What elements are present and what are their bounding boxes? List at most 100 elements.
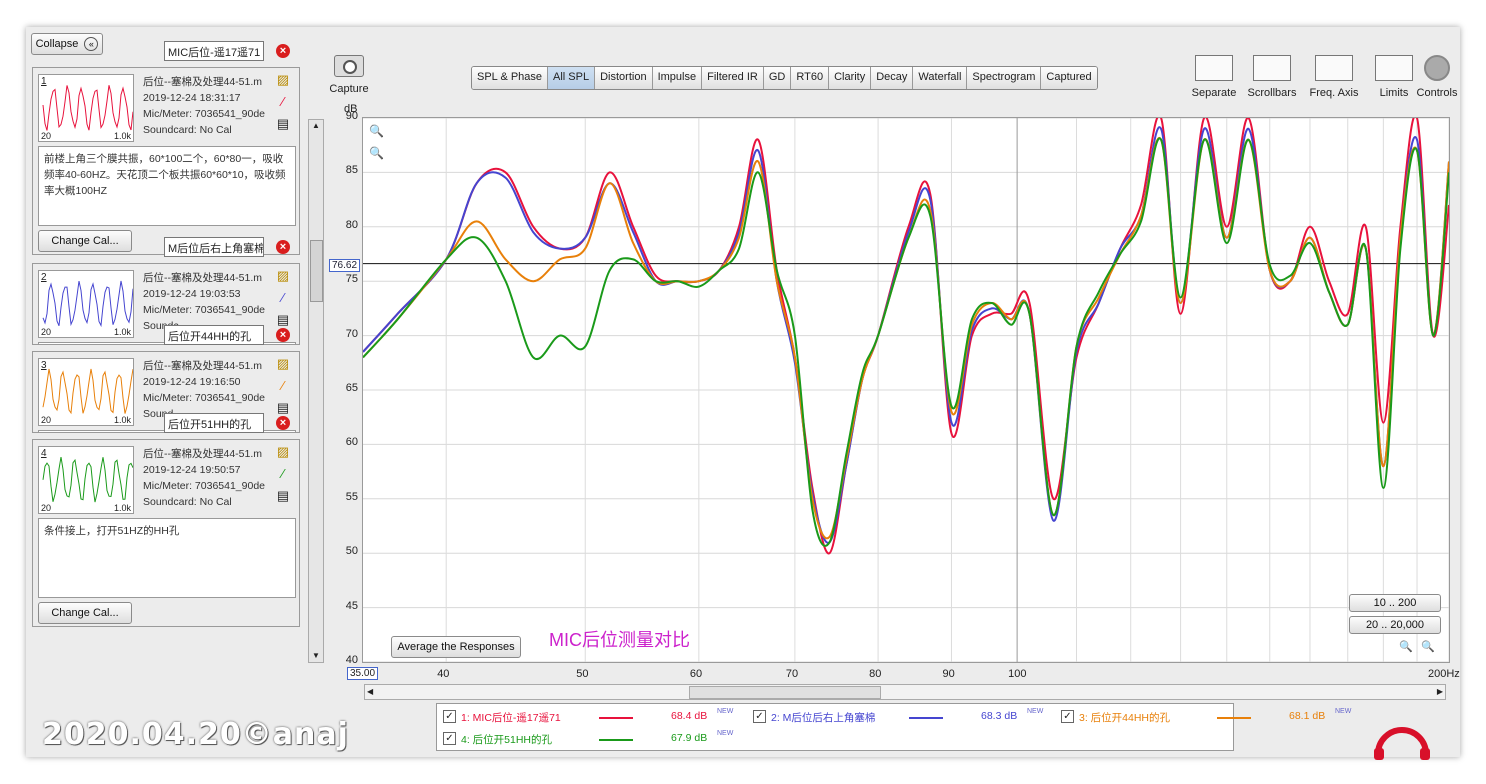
legend-badge: NEW — [717, 730, 734, 737]
separate-icon — [1195, 55, 1233, 81]
line-style-icon[interactable]: ⁄ — [275, 378, 291, 400]
tab-captured[interactable]: Captured — [1041, 67, 1097, 89]
legend-entry[interactable]: ✓ 1: MIC后位-遥17遥71 68.4 dB NEW — [443, 708, 743, 726]
tab-spectrogram[interactable]: Spectrogram — [967, 67, 1042, 89]
zoom-out-x-icon[interactable]: 🔍 — [1421, 640, 1435, 653]
zoom-in-x-icon[interactable]: 🔍 — [1399, 640, 1413, 653]
edit-icon[interactable]: ▨ — [275, 356, 291, 378]
measurement-tools: ▨ ⁄ ▤ — [275, 72, 291, 138]
measurement-tools: ▨ ⁄ ▤ — [275, 444, 291, 510]
thumb-high-freq: 1.0k — [113, 131, 131, 141]
legend-entry[interactable]: ✓ 3: 后位开44HH的孔 68.1 dB NEW — [1061, 708, 1361, 726]
tab-distortion[interactable]: Distortion — [595, 67, 653, 89]
series-line — [363, 136, 1449, 540]
legend-checkbox[interactable]: ✓ — [1061, 710, 1074, 723]
tab-gd[interactable]: GD — [763, 67, 792, 89]
edit-icon[interactable]: ▨ — [275, 268, 291, 290]
hscroll-thumb[interactable] — [689, 686, 881, 699]
collapse-button[interactable]: Collapse « — [31, 33, 103, 55]
measurement-soundcard: Soundcard: No Cal — [143, 124, 232, 136]
tab-rt60[interactable]: RT60 — [791, 67, 830, 89]
x-tick-label: 90 — [942, 668, 955, 680]
tab-decay[interactable]: Decay — [871, 67, 914, 89]
x-tick-label: 40 — [437, 668, 450, 680]
tab-all-spl[interactable]: All SPL — [548, 67, 596, 89]
line-style-icon[interactable]: ⁄ — [275, 94, 291, 116]
edit-icon[interactable]: ▨ — [275, 72, 291, 94]
measurement-card[interactable]: 1 20 1.0k 后位--塞棉及处理44-51.m 2019-12-24 18… — [32, 67, 300, 255]
scroll-right-icon[interactable]: ▶ — [1437, 685, 1443, 699]
change-cal-button[interactable]: Change Cal... — [38, 602, 132, 624]
spl-chart-svg — [363, 118, 1449, 662]
measurement-thumbnail[interactable]: 4 20 1.0k — [38, 446, 134, 514]
x-tick-label: 80 — [869, 668, 882, 680]
tab-filtered-ir[interactable]: Filtered IR — [702, 67, 764, 89]
measurement-title: 后位--塞棉及处理44-51.m — [143, 448, 263, 460]
horizontal-scrollbar[interactable]: ◀ ▶ — [364, 684, 1446, 700]
measurement-name-field[interactable]: M后位后右上角塞棉 — [164, 237, 264, 257]
measurement-thumbnail[interactable]: 2 20 1.0k — [38, 270, 134, 338]
measurement-card[interactable]: 4 20 1.0k 后位--塞棉及处理44-51.m 2019-12-24 19… — [32, 439, 300, 627]
legend-entry[interactable]: ✓ 2: M后位后右上角塞棉 68.3 dB NEW — [753, 708, 1053, 726]
range-10-200-button[interactable]: 10 .. 200 — [1349, 594, 1441, 612]
x-tick-label: 70 — [785, 668, 799, 680]
panel-scrollbar[interactable]: ▲ ▼ — [308, 119, 324, 663]
capture-button[interactable]: Capture — [326, 55, 372, 95]
legend-checkbox[interactable]: ✓ — [753, 710, 766, 723]
remove-measurement-icon[interactable]: × — [276, 44, 290, 58]
x-start-box[interactable]: 35.00 — [347, 667, 379, 680]
legend-checkbox[interactable]: ✓ — [443, 710, 456, 723]
measurement-name-field[interactable]: 后位开51HH的孔 — [164, 413, 264, 433]
tab-impulse[interactable]: Impulse — [652, 67, 703, 89]
scrollbar-thumb[interactable] — [310, 240, 323, 302]
info-sheet-icon[interactable]: ▤ — [275, 488, 291, 510]
measurement-number: 4 — [41, 448, 47, 459]
legend-checkbox[interactable]: ✓ — [443, 732, 456, 745]
thumb-low-freq: 20 — [41, 415, 52, 425]
measurement-tools: ▨ ⁄ ▤ — [275, 268, 291, 334]
freq-axis-button[interactable]: Freq. Axis — [1306, 55, 1362, 99]
legend-line-swatch — [599, 739, 633, 741]
range-20-20000-button[interactable]: 20 .. 20,000 — [1349, 616, 1441, 634]
measurement-thumbnail[interactable]: 1 20 1.0k — [38, 74, 134, 142]
measurement-mic: Mic/Meter: 7036541_90de — [143, 392, 265, 404]
remove-measurement-icon[interactable]: × — [276, 416, 290, 430]
double-chevron-left-icon: « — [84, 37, 99, 51]
zoom-out-y-icon[interactable]: 🔍 — [369, 146, 384, 160]
tab-spl-phase[interactable]: SPL & Phase — [472, 67, 549, 89]
average-responses-button[interactable]: Average the Responses — [391, 636, 521, 658]
measurement-notes[interactable]: 前楼上角三个膜共振，60*100二个，60*80一，吸收频率40-60HZ。天花… — [38, 146, 296, 226]
change-cal-button[interactable]: Change Cal... — [38, 230, 132, 252]
measurement-notes[interactable]: 条件接上，打开51HZ的HH孔 — [38, 518, 296, 598]
measurement-number: 1 — [41, 76, 47, 87]
info-sheet-icon[interactable]: ▤ — [275, 116, 291, 138]
legend-value: 68.3 dB — [981, 710, 1018, 722]
legend-line-swatch — [1217, 717, 1251, 719]
legend-badge: NEW — [1335, 708, 1352, 715]
tab-clarity[interactable]: Clarity — [829, 67, 872, 89]
line-style-icon[interactable]: ⁄ — [275, 466, 291, 488]
spl-plot[interactable]: 🔍 🔍 MIC后位测量对比 Average the Responses 10 .… — [362, 117, 1450, 663]
measurement-date: 2019-12-24 19:50:57 — [143, 464, 241, 476]
measurement-mic: Mic/Meter: 7036541_90de — [143, 304, 265, 316]
separate-button[interactable]: Separate — [1186, 55, 1242, 99]
remove-measurement-icon[interactable]: × — [276, 328, 290, 342]
measurement-thumbnail[interactable]: 3 20 1.0k — [38, 358, 134, 426]
edit-icon[interactable]: ▨ — [275, 444, 291, 466]
scroll-up-icon[interactable]: ▲ — [309, 120, 323, 132]
x-end-label: 200Hz — [1428, 668, 1460, 680]
zoom-in-y-icon[interactable]: 🔍 — [369, 124, 384, 138]
scroll-left-icon[interactable]: ◀ — [367, 685, 373, 699]
measurement-name-field[interactable]: MIC后位-遥17遥71 — [164, 41, 264, 61]
thumb-low-freq: 20 — [41, 327, 52, 337]
legend-entry[interactable]: ✓ 4: 后位开51HH的孔 67.9 dB NEW — [443, 730, 743, 748]
measurement-name-field[interactable]: 后位开44HH的孔 — [164, 325, 264, 345]
tab-waterfall[interactable]: Waterfall — [913, 67, 968, 89]
remove-measurement-icon[interactable]: × — [276, 240, 290, 254]
thumb-high-freq: 1.0k — [113, 415, 131, 425]
line-style-icon[interactable]: ⁄ — [275, 290, 291, 312]
legend: ✓ 1: MIC后位-遥17遥71 68.4 dB NEW ✓ 2: M后位后右… — [436, 703, 1351, 751]
scroll-down-icon[interactable]: ▼ — [309, 650, 323, 662]
scrollbars-button[interactable]: Scrollbars — [1244, 55, 1300, 99]
controls-button[interactable]: Controls — [1414, 55, 1460, 99]
